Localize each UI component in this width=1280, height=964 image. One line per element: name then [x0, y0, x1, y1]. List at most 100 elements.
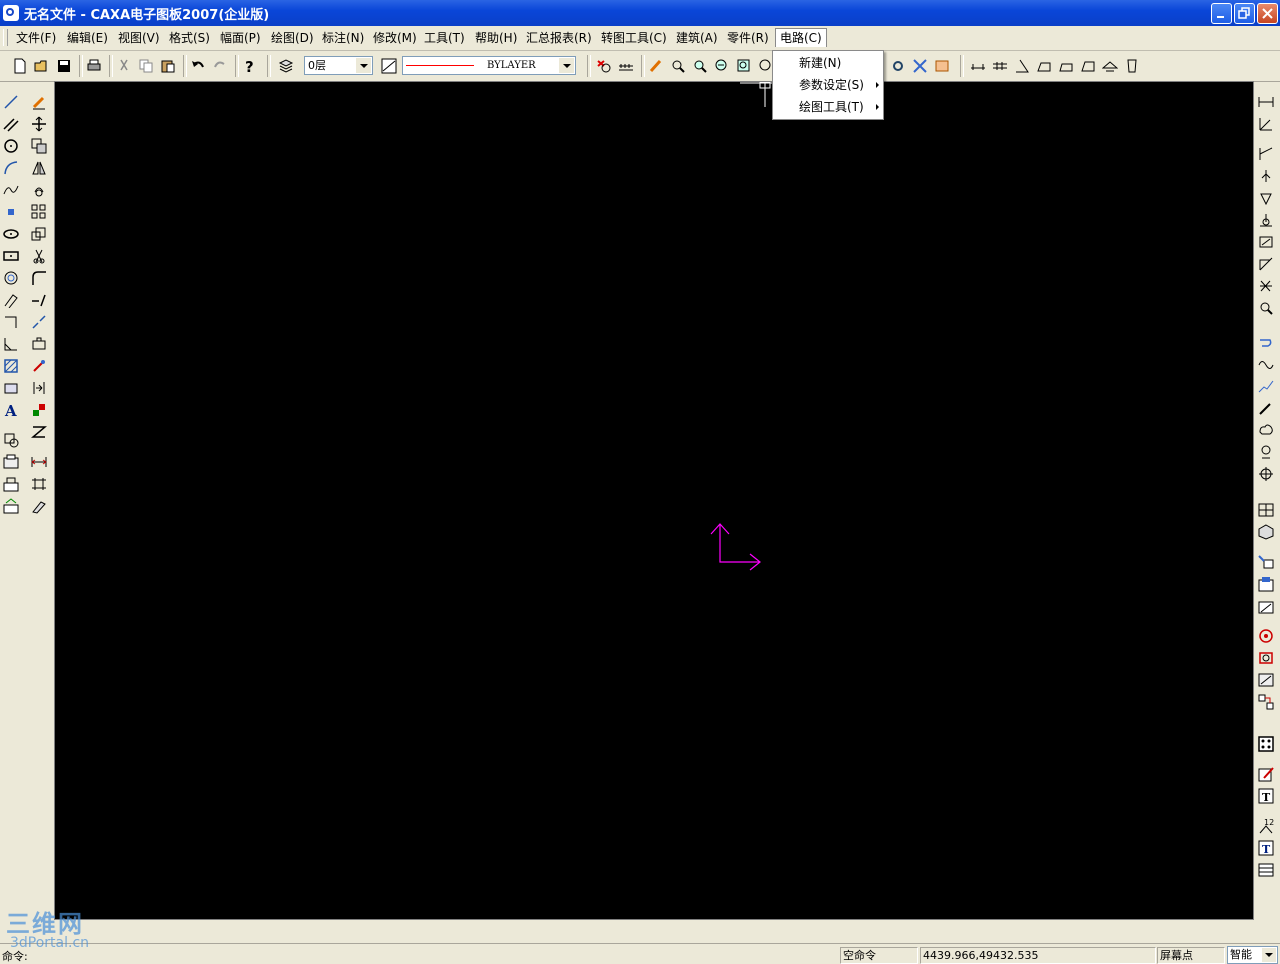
linear-dimension-icon[interactable]: [31, 454, 47, 470]
menu-architecture[interactable]: 建筑(A): [672, 29, 722, 47]
arrow-symbol-icon[interactable]: [1258, 278, 1274, 294]
library-icon[interactable]: [3, 476, 19, 492]
linetype-select[interactable]: BYLAYER: [402, 56, 576, 75]
extend-icon[interactable]: [31, 292, 47, 308]
gear-part-icon[interactable]: [1258, 650, 1274, 666]
menu-summary-report[interactable]: 汇总报表(R): [522, 29, 596, 47]
tolerance-icon[interactable]: [1258, 234, 1274, 250]
minimize-button[interactable]: [1211, 3, 1232, 24]
menu-edit[interactable]: 编辑(E): [63, 29, 112, 47]
scale-icon[interactable]: [31, 226, 47, 242]
chamfer-dimension-icon[interactable]: [1258, 146, 1274, 162]
stretch-icon[interactable]: [31, 336, 47, 352]
zoom-window-icon[interactable]: [670, 58, 686, 74]
hand-pan-icon[interactable]: [934, 58, 950, 74]
menu-view[interactable]: 视图(V): [114, 29, 164, 47]
chevron-down-icon[interactable]: [559, 58, 574, 73]
bearing-icon[interactable]: [1258, 628, 1274, 644]
cloud-icon[interactable]: [1258, 422, 1274, 438]
menu-convert-tools[interactable]: 转图工具(C): [597, 29, 671, 47]
equidistant-icon[interactable]: [3, 336, 19, 352]
fastener-icon[interactable]: [1258, 694, 1274, 710]
frame-icon[interactable]: [1036, 58, 1052, 74]
hatch-icon[interactable]: [3, 358, 19, 374]
zoom-all-icon[interactable]: [736, 58, 752, 74]
dice-icon[interactable]: [1258, 736, 1274, 752]
close-button[interactable]: [1257, 3, 1278, 24]
table-text-icon[interactable]: [1258, 862, 1274, 878]
menu-help[interactable]: 帮助(H): [471, 29, 521, 47]
copy-entity-icon[interactable]: [31, 138, 47, 154]
leader-icon[interactable]: [1258, 256, 1274, 272]
menubar-grip[interactable]: [3, 29, 8, 46]
paste-icon[interactable]: [160, 58, 176, 74]
menu-parts[interactable]: 零件(R): [723, 29, 773, 47]
point-icon[interactable]: [3, 204, 19, 220]
format-brush-icon[interactable]: [31, 424, 47, 440]
menu-draw[interactable]: 绘图(D): [267, 29, 318, 47]
spring-icon[interactable]: [1258, 672, 1274, 688]
edit-text-icon[interactable]: [1258, 766, 1274, 782]
dimension-icon[interactable]: [1258, 94, 1274, 110]
menu-dimension[interactable]: 标注(N): [318, 29, 368, 47]
frame-alt-icon[interactable]: [1058, 58, 1074, 74]
fillet-icon[interactable]: [31, 270, 47, 286]
ellipse-icon[interactable]: [3, 226, 19, 242]
zoom-in-icon[interactable]: [692, 58, 708, 74]
layer-icon[interactable]: [278, 58, 294, 74]
layer-select[interactable]: 0层: [304, 56, 373, 75]
zoom-out-icon[interactable]: [714, 58, 730, 74]
rotate-icon[interactable]: [31, 182, 47, 198]
image-insert-icon[interactable]: [3, 454, 19, 470]
break-icon[interactable]: [31, 314, 47, 330]
arc-icon[interactable]: [3, 160, 19, 176]
rectangle-icon[interactable]: [3, 248, 19, 264]
pencil-icon[interactable]: [648, 58, 664, 74]
fill-icon[interactable]: [3, 380, 19, 396]
aligned-dimension-icon[interactable]: [31, 476, 47, 492]
linetype-icon[interactable]: [381, 58, 397, 74]
new-file-icon[interactable]: [12, 58, 28, 74]
feature-match-icon[interactable]: [31, 402, 47, 418]
title-block-icon[interactable]: [970, 58, 986, 74]
menu-circuit[interactable]: 电路(C): [775, 28, 827, 47]
view-label-icon[interactable]: [1258, 300, 1274, 316]
lamp-icon[interactable]: [1258, 444, 1274, 460]
menu-sheet[interactable]: 幅面(P): [216, 29, 265, 47]
weld-symbol-icon[interactable]: [1258, 168, 1274, 184]
parts-list-icon[interactable]: [992, 58, 1008, 74]
zigzag-icon[interactable]: [1258, 378, 1274, 394]
spline-icon[interactable]: [3, 182, 19, 198]
trim-icon[interactable]: [31, 248, 47, 264]
menu-file[interactable]: 文件(F): [12, 29, 60, 47]
explode-icon[interactable]: [31, 358, 47, 374]
open-folder-icon[interactable]: [34, 58, 50, 74]
coordinate-dimension-icon[interactable]: [1258, 116, 1274, 132]
menu-item-new[interactable]: 新建(N): [773, 52, 883, 74]
hook-icon[interactable]: [1258, 334, 1274, 350]
copy-icon[interactable]: [138, 58, 154, 74]
mirror-icon[interactable]: [31, 160, 47, 176]
eraser-icon[interactable]: [31, 94, 47, 110]
parallel-line-icon[interactable]: [3, 116, 19, 132]
save-icon[interactable]: [56, 58, 72, 74]
select-icon[interactable]: [596, 58, 612, 74]
text-frame-icon[interactable]: T: [1258, 840, 1274, 856]
angle-dimension-icon[interactable]: [1014, 58, 1030, 74]
line-icon[interactable]: [3, 94, 19, 110]
part-hatch-icon[interactable]: [1258, 598, 1274, 614]
drawing-canvas[interactable]: [54, 81, 1254, 920]
redo-icon[interactable]: [212, 58, 228, 74]
menu-format[interactable]: 格式(S): [165, 29, 214, 47]
part-edit-icon[interactable]: [1258, 576, 1274, 592]
library-manage-icon[interactable]: [3, 498, 19, 514]
circle-icon[interactable]: [3, 138, 19, 154]
align-icon[interactable]: [31, 380, 47, 396]
edit-block-icon[interactable]: [1102, 58, 1118, 74]
help-icon[interactable]: ?: [242, 58, 258, 74]
array-icon[interactable]: [31, 204, 47, 220]
numbering-icon[interactable]: 12: [1258, 818, 1274, 834]
print-icon[interactable]: [86, 58, 102, 74]
undo-icon[interactable]: [190, 58, 206, 74]
caxa-app-icon[interactable]: [3, 5, 19, 21]
